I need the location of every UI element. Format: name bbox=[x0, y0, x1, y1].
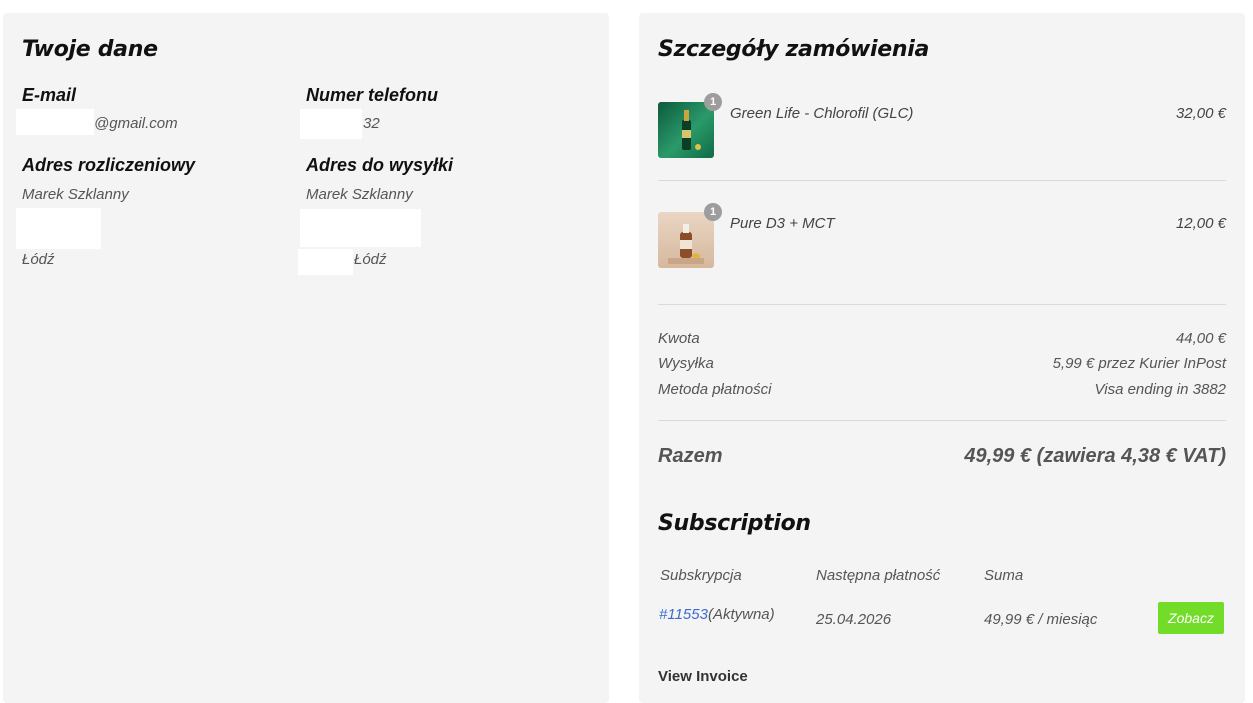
item-price: 12,00 € bbox=[1175, 215, 1226, 232]
total-value: 49,99 € (zawiera 4,38 € VAT) bbox=[964, 445, 1226, 467]
billing-name: Marek Szklanny bbox=[22, 186, 129, 203]
quantity-badge: 1 bbox=[704, 93, 722, 111]
redacted-billing-street bbox=[16, 208, 101, 249]
amount-label: Kwota bbox=[658, 330, 700, 347]
payment-method-value: Visa ending in 3882 bbox=[1094, 381, 1227, 398]
phone-value: 32 bbox=[363, 115, 380, 132]
subscription-id-cell: #11553(Aktywna) bbox=[659, 606, 775, 623]
divider bbox=[658, 304, 1226, 305]
next-payment-date: 25.04.2026 bbox=[816, 611, 892, 628]
subscription-total: 49,99 € / miesiąc bbox=[984, 611, 1098, 628]
redacted-email bbox=[16, 109, 94, 135]
shipping-value: 5,99 € przez Kurier InPost bbox=[1052, 355, 1226, 372]
redacted-shipping-postcode bbox=[298, 249, 353, 275]
billing-city: Łódź bbox=[22, 251, 55, 268]
item-price: 32,00 € bbox=[1175, 105, 1226, 122]
email-label: E-mail bbox=[22, 85, 77, 105]
shipping-address-label: Adres do wysyłki bbox=[306, 155, 454, 175]
order-details-title: Szczegóły zamówienia bbox=[658, 37, 930, 62]
customer-details-title: Twoje dane bbox=[22, 37, 158, 62]
item-name[interactable]: Green Life - Chlorofil (GLC) bbox=[730, 105, 913, 122]
item-name[interactable]: Pure D3 + MCT bbox=[730, 215, 835, 232]
bottle-icon bbox=[668, 224, 704, 264]
order-details-panel: Szczegóły zamówienia 1 Green Life - Chlo… bbox=[639, 13, 1245, 703]
redacted-shipping-street bbox=[300, 209, 421, 247]
email-value: @gmail.com bbox=[94, 115, 178, 132]
view-invoice-link[interactable]: View Invoice bbox=[658, 668, 748, 685]
shipping-city: Łódź bbox=[354, 251, 387, 268]
subscription-status: (Aktywna) bbox=[707, 606, 775, 623]
redacted-phone bbox=[300, 109, 362, 139]
subscription-link[interactable]: #11553 bbox=[659, 606, 708, 623]
column-header-next-payment: Następna płatność bbox=[816, 567, 941, 584]
quantity-badge: 1 bbox=[704, 203, 722, 221]
payment-method-label: Metoda płatności bbox=[658, 381, 772, 398]
phone-label: Numer telefonu bbox=[306, 85, 439, 105]
column-header-total: Suma bbox=[984, 567, 1024, 584]
shipping-name: Marek Szklanny bbox=[306, 186, 413, 203]
subscription-title: Subscription bbox=[658, 511, 811, 536]
amount-value: 44,00 € bbox=[1175, 330, 1226, 347]
total-label: Razem bbox=[658, 445, 723, 467]
column-header-subscription: Subskrypcja bbox=[660, 567, 742, 584]
product-image-pure-d3[interactable] bbox=[658, 212, 714, 268]
product-image-green-life[interactable] bbox=[658, 102, 714, 158]
view-subscription-button[interactable]: Zobacz bbox=[1158, 602, 1224, 634]
divider bbox=[658, 180, 1226, 181]
bottle-icon bbox=[682, 110, 701, 150]
shipping-label: Wysyłka bbox=[658, 355, 714, 372]
divider bbox=[658, 420, 1226, 421]
billing-address-label: Adres rozliczeniowy bbox=[22, 155, 196, 175]
customer-details-panel: Twoje dane E-mail @gmail.com Numer telef… bbox=[3, 13, 609, 703]
